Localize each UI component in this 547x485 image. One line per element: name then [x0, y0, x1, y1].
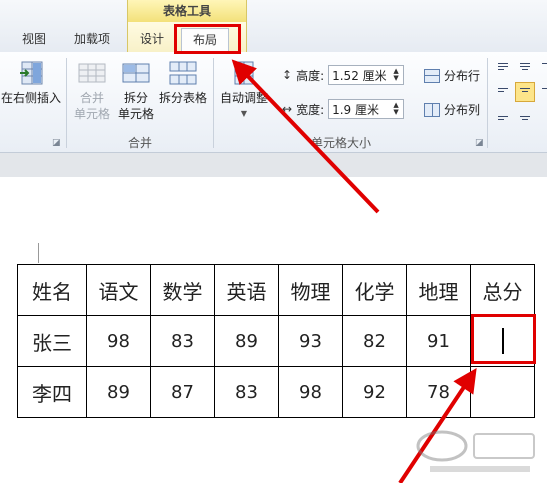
score-cell[interactable]: 78 — [406, 366, 471, 418]
merge-cells-button[interactable]: 合并 单元格 — [70, 60, 114, 122]
spin-arrows-icon[interactable]: ▲ ▼ — [390, 100, 402, 118]
split-cells-button[interactable]: 拆分 单元格 — [116, 60, 156, 122]
align-top-right-icon — [542, 63, 547, 66]
chevron-down-icon: ▼ — [240, 109, 248, 118]
distribute-columns-icon — [424, 102, 440, 117]
width-spinner[interactable]: ▲▼ — [328, 99, 405, 119]
table-header-cell[interactable]: 地理 — [406, 264, 471, 316]
autofit-label: 自动调整 — [219, 91, 268, 105]
row-height-icon: ↕ — [282, 68, 293, 82]
merge-cells-icon — [78, 63, 106, 83]
column-width-icon: ↔ — [282, 102, 293, 116]
align-bottom-center-icon — [520, 116, 530, 122]
layout-tab-highlight — [174, 24, 241, 54]
score-cell[interactable]: 83 — [214, 366, 279, 418]
dialog-launcher-icon[interactable]: ◪ — [52, 138, 61, 148]
autofit-table-icon — [234, 61, 254, 85]
score-cell[interactable]: 93 — [278, 315, 343, 367]
height-input[interactable] — [329, 68, 389, 82]
spin-arrows-icon[interactable]: ▲ ▼ — [390, 66, 402, 84]
table-header-cell[interactable]: 化学 — [342, 264, 407, 316]
group-separator — [487, 58, 488, 148]
watermark-logo — [382, 422, 542, 482]
table-header-cell[interactable]: 物理 — [278, 264, 343, 316]
score-cell[interactable]: 98 — [86, 315, 151, 367]
height-row: ↕ 高度: ▲▼ — [282, 64, 405, 86]
align-bottom-left-button[interactable] — [493, 108, 513, 128]
table-row: 张三 98 83 89 93 82 91 — [17, 315, 535, 367]
watermark-icon — [416, 430, 535, 472]
merge-cells-label-1: 合并 — [79, 91, 104, 105]
split-table-label: 拆分表格 — [158, 91, 207, 105]
score-cell[interactable]: 91 — [406, 315, 471, 367]
score-cell[interactable]: 98 — [278, 366, 343, 418]
insert-column-right-icon — [20, 61, 43, 85]
distribute-rows-icon — [424, 68, 440, 83]
score-cell[interactable]: 89 — [214, 315, 279, 367]
tab-design[interactable]: 设计 — [132, 28, 172, 50]
page-corner-mark — [38, 243, 39, 263]
ribbon-tab-bar: 表格工具 视图 加载项 设计 布局 — [0, 0, 547, 53]
insert-right-label: 在右侧插入 — [0, 91, 61, 105]
insert-right-button[interactable]: 在右侧插入 — [0, 60, 62, 106]
dialog-launcher-icon[interactable]: ◪ — [475, 138, 484, 148]
align-middle-right-button[interactable] — [537, 82, 547, 102]
group-separator — [213, 58, 214, 148]
align-bottom-center-button[interactable] — [515, 108, 535, 128]
distribute-rows-button[interactable]: 分布行 — [424, 67, 480, 84]
merge-group-label: 合并 — [127, 136, 152, 150]
split-table-button[interactable]: 拆分表格 — [156, 60, 210, 106]
width-row: ↔ 宽度: ▲▼ — [282, 98, 405, 120]
score-cell[interactable]: 92 — [342, 366, 407, 418]
total-cell[interactable] — [470, 366, 535, 418]
height-spinner[interactable]: ▲▼ — [328, 65, 405, 85]
score-cell[interactable]: 87 — [150, 366, 215, 418]
align-middle-left-button[interactable] — [493, 82, 513, 102]
align-middle-right-icon — [542, 88, 547, 91]
cell-size-group-label: 单元格大小 — [310, 136, 371, 150]
distribute-columns-button[interactable]: 分布列 — [424, 101, 480, 118]
ruler-area — [0, 153, 547, 177]
split-table-icon — [169, 61, 197, 85]
height-label: 高度: — [296, 68, 325, 83]
align-top-left-button[interactable] — [493, 58, 513, 78]
score-cell[interactable]: 89 — [86, 366, 151, 418]
table-header-cell[interactable]: 英语 — [214, 264, 279, 316]
table-tools-context-title: 表格工具 — [127, 0, 247, 22]
tab-view[interactable]: 视图 — [14, 28, 54, 50]
merge-cells-label-2: 单元格 — [73, 107, 110, 121]
table-header-cell[interactable]: 语文 — [86, 264, 151, 316]
width-input[interactable] — [329, 102, 389, 116]
align-top-right-button[interactable] — [537, 58, 547, 78]
split-cells-label-2: 单元格 — [117, 107, 154, 121]
split-cells-icon — [122, 63, 150, 83]
score-cell[interactable]: 83 — [150, 315, 215, 367]
table-header-row: 姓名 语文 数学 英语 物理 化学 地理 总分 — [17, 264, 535, 316]
total-cell-highlight — [471, 314, 536, 364]
score-cell[interactable]: 82 — [342, 315, 407, 367]
table-header-cell[interactable]: 姓名 — [17, 264, 87, 316]
table-header-cell[interactable]: 总分 — [470, 264, 535, 316]
distribute-columns-label: 分布列 — [444, 103, 481, 117]
tab-add-ins[interactable]: 加载项 — [64, 28, 120, 50]
split-cells-label-1: 拆分 — [123, 91, 148, 105]
score-table: 姓名 语文 数学 英语 物理 化学 地理 总分 张三 98 83 89 93 8… — [17, 264, 535, 418]
align-bottom-left-icon — [498, 116, 508, 122]
student-name-cell[interactable]: 张三 — [17, 315, 87, 367]
align-top-center-icon — [520, 63, 530, 72]
student-name-cell[interactable]: 李四 — [17, 366, 87, 418]
align-middle-left-icon — [498, 88, 508, 94]
autofit-button[interactable]: 自动调整 ▼ — [216, 60, 272, 122]
align-middle-center-icon — [520, 88, 530, 94]
width-label: 宽度: — [296, 102, 325, 117]
align-top-center-button[interactable] — [515, 58, 535, 78]
ribbon-layout-panel: 在右侧插入 合并 单元格 拆分 单元格 拆分表格 合并 ◪ 自动调整 ▼ ↕ 高… — [0, 52, 547, 153]
table-row: 李四 89 87 83 98 92 78 — [17, 366, 535, 418]
distribute-rows-label: 分布行 — [444, 69, 481, 83]
align-top-left-icon — [498, 63, 508, 72]
align-middle-center-button[interactable] — [515, 82, 535, 102]
table-header-cell[interactable]: 数学 — [150, 264, 215, 316]
